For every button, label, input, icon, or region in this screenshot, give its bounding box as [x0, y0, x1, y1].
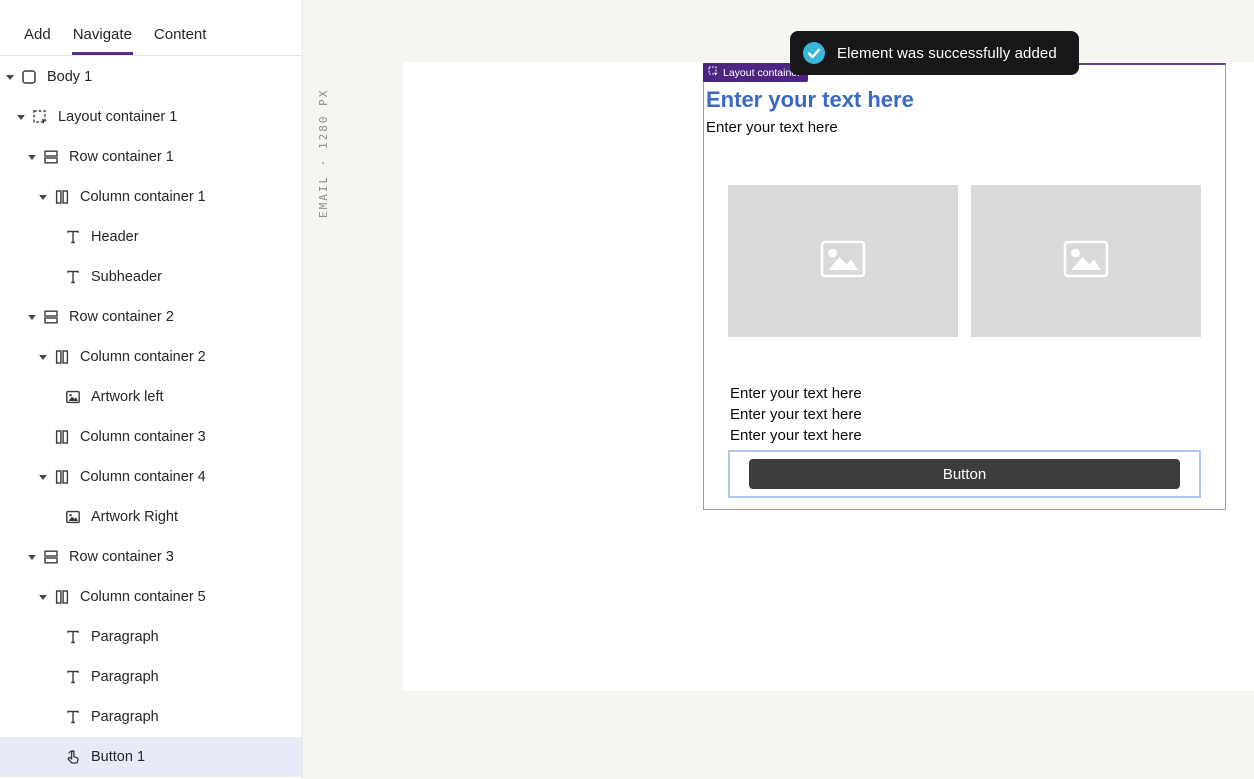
tree-item-column-container-4[interactable]: Column container 4	[0, 457, 302, 497]
row-container-icon	[42, 148, 60, 166]
check-circle-icon	[802, 41, 826, 65]
tree-item-column-container-3[interactable]: Column container 3	[0, 417, 302, 457]
image-placeholder-icon	[1063, 240, 1109, 283]
caret-down-icon[interactable]	[37, 195, 49, 200]
sidebar: Add Navigate Content Body 1 Layout containe…	[0, 0, 303, 779]
tree-item-label: Body 1	[47, 69, 92, 85]
tree-item-body-1[interactable]: Body 1	[0, 57, 302, 97]
tree-item-row-container-2[interactable]: Row container 2	[0, 297, 302, 337]
tree-item-label: Header	[91, 229, 139, 245]
tree-item-column-container-1[interactable]: Column container 1	[0, 177, 302, 217]
tree-item-row-container-1[interactable]: Row container 1	[0, 137, 302, 177]
tree-item-artwork-right[interactable]: Artwork Right	[0, 497, 302, 537]
caret-down-icon[interactable]	[4, 75, 16, 80]
tree-item-label: Column container 3	[80, 429, 206, 445]
tree-item-header[interactable]: Header	[0, 217, 302, 257]
layout-container-icon	[708, 66, 719, 80]
email-subheader-text[interactable]: Enter your text here	[704, 119, 1225, 136]
text-icon	[64, 628, 82, 646]
tree-item-label: Row container 1	[69, 149, 174, 165]
tree-item-paragraph[interactable]: Paragraph	[0, 617, 302, 657]
caret-down-icon[interactable]	[37, 595, 49, 600]
email-paragraph[interactable]: Enter your text here	[730, 425, 1225, 446]
button-block-selection[interactable]: Button	[728, 450, 1201, 498]
tab-navigate[interactable]: Navigate	[72, 26, 133, 55]
image-icon	[64, 388, 82, 406]
tree-item-label: Row container 2	[69, 309, 174, 325]
text-icon	[64, 268, 82, 286]
tree-item-subheader[interactable]: Subheader	[0, 257, 302, 297]
caret-down-icon[interactable]	[37, 355, 49, 360]
tree-item-paragraph[interactable]: Paragraph	[0, 697, 302, 737]
layout-container-block[interactable]: Layout container Enter your text here En…	[703, 63, 1226, 510]
tree-item-button-1[interactable]: Button 1	[0, 737, 302, 777]
tab-add[interactable]: Add	[23, 26, 52, 55]
layers-tree: Body 1 Layout container 1 Row container 1 C…	[0, 56, 302, 779]
image-placeholder-icon	[820, 240, 866, 283]
artwork-row	[728, 185, 1201, 337]
text-icon	[64, 668, 82, 686]
button-click-icon	[64, 748, 82, 766]
tree-item-label: Layout container 1	[58, 109, 177, 125]
text-icon	[64, 228, 82, 246]
tree-item-label: Column container 5	[80, 589, 206, 605]
caret-down-icon[interactable]	[15, 115, 27, 120]
tree-item-label: Column container 2	[80, 349, 206, 365]
tree-item-label: Row container 3	[69, 549, 174, 565]
column-container-icon	[53, 348, 71, 366]
body-icon	[20, 68, 38, 86]
tree-item-label: Paragraph	[91, 629, 159, 645]
sidebar-tabs: Add Navigate Content	[0, 0, 302, 56]
email-header-text[interactable]: Enter your text here	[704, 87, 1225, 112]
email-paragraph[interactable]: Enter your text here	[730, 383, 1225, 404]
column-container-icon	[53, 588, 71, 606]
toast-message: Element was successfully added	[837, 45, 1057, 62]
badge-label: Layout container	[723, 67, 801, 79]
tree-item-label: Column container 1	[80, 189, 206, 205]
tree-item-label: Artwork Right	[91, 509, 178, 525]
column-container-icon	[53, 468, 71, 486]
caret-down-icon[interactable]	[26, 315, 38, 320]
layout-container-icon	[31, 108, 49, 126]
tree-item-label: Column container 4	[80, 469, 206, 485]
app-window: Add Navigate Content Body 1 Layout containe…	[0, 0, 1254, 779]
tree-item-paragraph[interactable]: Paragraph	[0, 657, 302, 697]
text-icon	[64, 708, 82, 726]
workspace: EMAIL · 1280 PX Layout container Enter y…	[303, 0, 1254, 779]
tree-item-label: Paragraph	[91, 709, 159, 725]
row-container-icon	[42, 308, 60, 326]
tree-item-label: Paragraph	[91, 669, 159, 685]
tree-item-label: Button 1	[91, 749, 145, 765]
tree-item-label: Artwork left	[91, 389, 164, 405]
email-canvas[interactable]: Layout container Enter your text here En…	[403, 62, 1254, 691]
tree-item-row-container-3[interactable]: Row container 3	[0, 537, 302, 577]
email-button[interactable]: Button	[749, 459, 1180, 489]
email-width-label: EMAIL · 1280 PX	[317, 78, 330, 218]
tree-item-label: Subheader	[91, 269, 162, 285]
tree-item-column-container-5[interactable]: Column container 5	[0, 577, 302, 617]
caret-down-icon[interactable]	[37, 475, 49, 480]
caret-down-icon[interactable]	[26, 155, 38, 160]
artwork-right-placeholder[interactable]	[971, 185, 1201, 337]
tab-content[interactable]: Content	[153, 26, 208, 55]
tree-item-layout-container-1[interactable]: Layout container 1	[0, 97, 302, 137]
tree-item-artwork-left[interactable]: Artwork left	[0, 377, 302, 417]
row-container-icon	[42, 548, 60, 566]
tree-item-column-container-2[interactable]: Column container 2	[0, 337, 302, 377]
column-container-icon	[53, 428, 71, 446]
image-icon	[64, 508, 82, 526]
toast-notification: Element was successfully added	[790, 31, 1079, 75]
caret-down-icon[interactable]	[26, 555, 38, 560]
column-container-icon	[53, 188, 71, 206]
email-paragraph[interactable]: Enter your text here	[730, 404, 1225, 425]
email-paragraphs: Enter your text here Enter your text her…	[730, 383, 1225, 446]
artwork-left-placeholder[interactable]	[728, 185, 958, 337]
